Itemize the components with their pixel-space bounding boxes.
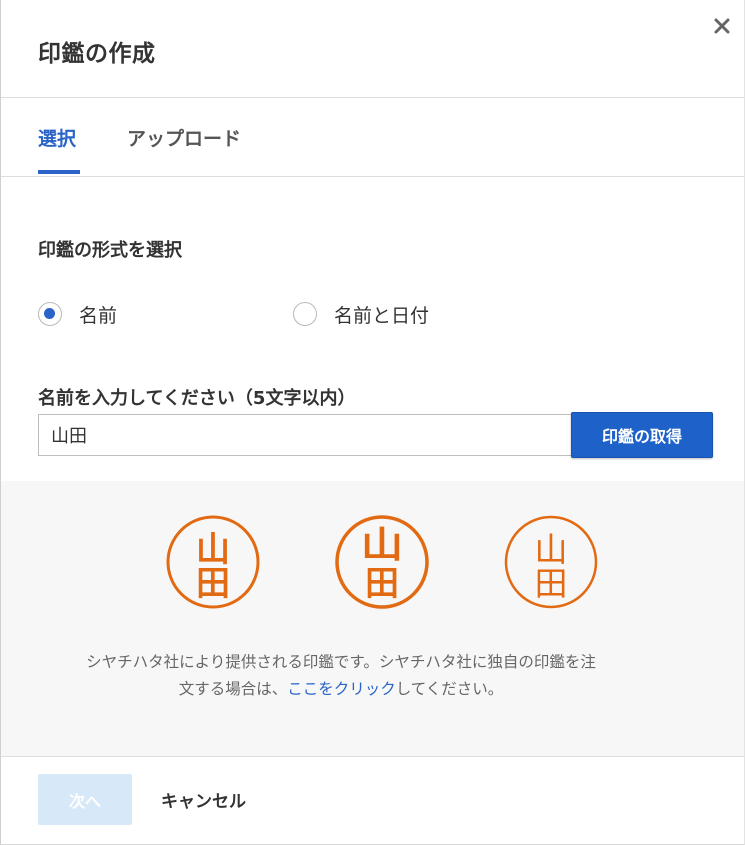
seal-stamp-icon: 山 田 xyxy=(166,515,260,609)
tab-select[interactable]: 選択 xyxy=(38,124,76,151)
radio-unchecked-icon[interactable] xyxy=(293,302,317,326)
radio-option-name-and-date-label: 名前と日付 xyxy=(334,304,430,327)
dialog-header: 印鑑の作成 xyxy=(1,0,744,98)
tab-upload[interactable]: アップロード xyxy=(127,124,241,151)
get-seal-button[interactable]: 印鑑の取得 xyxy=(571,412,713,458)
notice-line-2-suffix: してください。 xyxy=(395,680,504,698)
radio-option-name-label: 名前 xyxy=(79,304,118,327)
close-button[interactable] xyxy=(708,12,736,40)
name-input-label: 名前を入力してください（5文字以内） xyxy=(38,388,356,409)
seal-option-3[interactable]: 山 田 xyxy=(502,513,600,611)
seal-stamp-icon: 山 田 xyxy=(335,515,429,609)
create-seal-dialog: 印鑑の作成 選択 アップロード 印鑑の形式を選択 名前 名前と日付 名前を入力し… xyxy=(0,0,745,845)
seal-option-1[interactable]: 山 田 xyxy=(164,513,262,611)
next-button[interactable]: 次へ xyxy=(38,774,132,825)
active-tab-indicator xyxy=(38,170,80,174)
close-icon xyxy=(714,18,730,34)
name-input[interactable] xyxy=(38,414,572,456)
format-section-label: 印鑑の形式を選択 xyxy=(38,240,182,261)
dialog-title: 印鑑の作成 xyxy=(38,41,156,67)
seal-bottom-char: 田 xyxy=(535,564,568,603)
radio-checked-icon[interactable] xyxy=(38,302,62,326)
notice-line-1: シヤチハタ社により提供される印鑑です。シヤチハタ社に独自の印鑑を注 xyxy=(86,653,596,671)
seal-top-char: 山 xyxy=(361,524,403,566)
seal-bottom-char: 田 xyxy=(365,564,399,604)
seal-stamp-icon: 山 田 xyxy=(504,515,598,609)
notice-line-2-prefix: 文する場合は、 xyxy=(178,680,288,698)
seal-preview-area: 山 田 山 田 山 田 シヤチハタ社により提供される印鑑です。シヤチハタ社に独自… xyxy=(1,481,744,756)
shachihata-notice: シヤチハタ社により提供される印鑑です。シヤチハタ社に独自の印鑑を注 文する場合は… xyxy=(31,649,651,703)
order-seal-link[interactable]: ここをクリック xyxy=(287,680,396,698)
cancel-button[interactable]: キャンセル xyxy=(161,774,246,825)
radio-option-name-and-date[interactable]: 名前と日付 xyxy=(293,300,429,328)
radio-option-name[interactable]: 名前 xyxy=(38,300,117,328)
dialog-footer: 次へ キャンセル xyxy=(1,756,744,844)
seal-bottom-char: 田 xyxy=(196,564,230,604)
seal-option-2[interactable]: 山 田 xyxy=(333,513,431,611)
tab-bar: 選択 アップロード xyxy=(1,98,744,177)
